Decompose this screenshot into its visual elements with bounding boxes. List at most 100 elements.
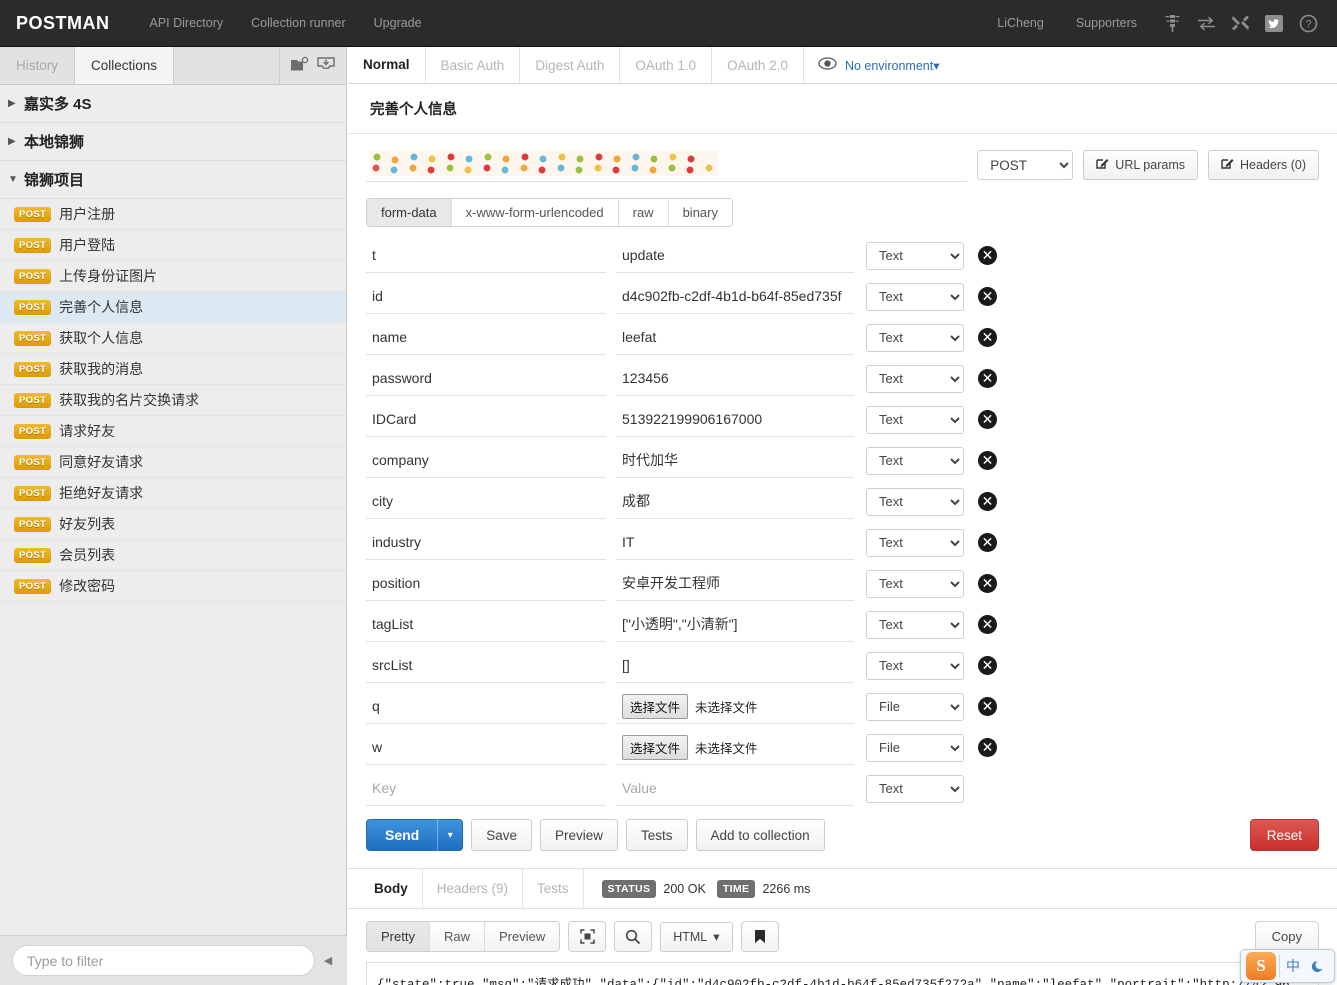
list-item[interactable]: POST 请求好友 (0, 416, 346, 447)
tab-oauth-2[interactable]: OAuth 2.0 (712, 47, 804, 83)
view-mode-pretty[interactable]: Pretty (367, 922, 430, 951)
form-value-input[interactable] (616, 444, 854, 478)
environment-selector[interactable]: No environment▾ (845, 58, 940, 73)
choose-file-button[interactable]: 选择文件 (622, 694, 688, 719)
reset-button[interactable]: Reset (1250, 819, 1319, 851)
form-key-input[interactable] (366, 362, 606, 396)
form-key-input[interactable] (366, 731, 606, 765)
delete-row-icon[interactable]: ✕ (978, 369, 997, 388)
tab-x-www-form-urlencoded[interactable]: x-www-form-urlencoded (452, 199, 619, 226)
send-options-caret-icon[interactable]: ▾ (437, 819, 463, 851)
sidebar-tab-history[interactable]: History (0, 47, 75, 84)
form-value-input[interactable] (616, 567, 854, 601)
delete-row-icon[interactable]: ✕ (978, 574, 997, 593)
form-key-input[interactable] (366, 649, 606, 683)
tab-binary[interactable]: binary (669, 199, 732, 226)
search-icon[interactable] (614, 921, 652, 952)
copy-button[interactable]: Copy (1255, 921, 1319, 952)
form-type-select[interactable]: Text (866, 324, 964, 352)
interceptor-icon[interactable] (1157, 10, 1187, 36)
supporters-link[interactable]: Supporters (1060, 12, 1153, 34)
form-type-select[interactable]: Text (866, 529, 964, 557)
save-button[interactable]: Save (471, 819, 532, 851)
list-item[interactable]: POST 同意好友请求 (0, 447, 346, 478)
eye-icon[interactable] (818, 57, 837, 73)
form-key-input[interactable] (366, 485, 606, 519)
list-item[interactable]: POST 上传身份证图片 (0, 261, 346, 292)
tab-raw[interactable]: raw (619, 199, 669, 226)
delete-row-icon[interactable]: ✕ (978, 697, 997, 716)
form-key-input[interactable] (366, 690, 606, 724)
send-button[interactable]: Send (366, 819, 437, 851)
view-mode-raw[interactable]: Raw (430, 922, 485, 951)
form-type-select[interactable]: File (866, 693, 964, 721)
list-item[interactable]: POST 获取我的名片交换请求 (0, 385, 346, 416)
delete-row-icon[interactable]: ✕ (978, 328, 997, 347)
tab-form-data[interactable]: form-data (367, 199, 452, 226)
user-name[interactable]: LiCheng (981, 12, 1060, 34)
form-key-input[interactable] (366, 321, 606, 355)
delete-row-icon[interactable]: ✕ (978, 738, 997, 757)
response-body[interactable]: {"state":true,"msg":"请求成功","data":{"id":… (366, 962, 1319, 985)
tab-oauth-1[interactable]: OAuth 1.0 (620, 47, 712, 83)
delete-row-icon[interactable]: ✕ (978, 246, 997, 265)
sidebar-tab-collections[interactable]: Collections (75, 47, 174, 84)
form-value-input[interactable] (616, 485, 854, 519)
method-select[interactable]: POST (977, 150, 1073, 180)
list-item[interactable]: POST 拒绝好友请求 (0, 478, 346, 509)
form-file-input[interactable]: 选择文件 未选择文件 (616, 731, 854, 765)
form-value-input[interactable] (616, 608, 854, 642)
form-key-input[interactable] (366, 608, 606, 642)
twitter-icon[interactable] (1259, 10, 1289, 36)
form-value-input-blank[interactable] (616, 772, 854, 806)
form-file-input[interactable]: 选择文件 未选择文件 (616, 690, 854, 724)
fullscreen-icon[interactable] (568, 921, 606, 952)
ime-language-toggle[interactable]: 中 (1280, 952, 1306, 980)
form-type-select[interactable]: File (866, 734, 964, 762)
form-type-select[interactable]: Text (866, 242, 964, 270)
import-collection-icon[interactable] (316, 56, 336, 76)
list-item[interactable]: POST 用户登陆 (0, 230, 346, 261)
nav-upgrade[interactable]: Upgrade (360, 12, 436, 34)
delete-row-icon[interactable]: ✕ (978, 451, 997, 470)
list-item[interactable]: POST 用户注册 (0, 199, 346, 230)
list-item[interactable]: POST 修改密码 (0, 571, 346, 602)
form-type-select[interactable]: Text (866, 611, 964, 639)
list-item[interactable]: POST 获取我的消息 (0, 354, 346, 385)
url-params-button[interactable]: URL params (1083, 150, 1198, 180)
form-key-input[interactable] (366, 526, 606, 560)
tab-response-body[interactable]: Body (360, 869, 423, 908)
form-type-select[interactable]: Text (866, 283, 964, 311)
sync-icon[interactable] (1191, 10, 1221, 36)
form-type-select-blank[interactable]: Text (866, 775, 964, 803)
form-type-select[interactable]: Text (866, 406, 964, 434)
form-value-input[interactable] (616, 280, 854, 314)
list-item[interactable]: POST 会员列表 (0, 540, 346, 571)
form-type-select[interactable]: Text (866, 570, 964, 598)
nav-api-directory[interactable]: API Directory (136, 12, 238, 34)
add-to-collection-button[interactable]: Add to collection (696, 819, 825, 851)
bookmark-icon[interactable] (741, 921, 779, 952)
tests-button[interactable]: Tests (626, 819, 688, 851)
url-input[interactable] (366, 148, 967, 182)
settings-wrench-icon[interactable] (1225, 10, 1255, 36)
sogou-logo-icon[interactable]: S (1246, 952, 1276, 980)
view-mode-preview[interactable]: Preview (485, 922, 559, 951)
delete-row-icon[interactable]: ✕ (978, 615, 997, 634)
headers-button[interactable]: Headers (0) (1208, 150, 1319, 180)
nav-collection-runner[interactable]: Collection runner (237, 12, 360, 34)
choose-file-button[interactable]: 选择文件 (622, 735, 688, 760)
form-key-input[interactable] (366, 239, 606, 273)
form-value-input[interactable] (616, 649, 854, 683)
collection-group-jinshixiangmu[interactable]: ▼ 锦狮项目 (0, 161, 346, 199)
tab-basic-auth[interactable]: Basic Auth (426, 47, 521, 83)
list-item[interactable]: POST 获取个人信息 (0, 323, 346, 354)
collection-group-bendijinshi[interactable]: ▶ 本地锦狮 (0, 123, 346, 161)
filter-input[interactable] (12, 945, 315, 976)
list-item-selected[interactable]: POST 完善个人信息 (0, 292, 346, 323)
form-key-input-blank[interactable] (366, 772, 606, 806)
form-key-input[interactable] (366, 280, 606, 314)
form-type-select[interactable]: Text (866, 652, 964, 680)
form-value-input[interactable] (616, 239, 854, 273)
delete-row-icon[interactable]: ✕ (978, 656, 997, 675)
